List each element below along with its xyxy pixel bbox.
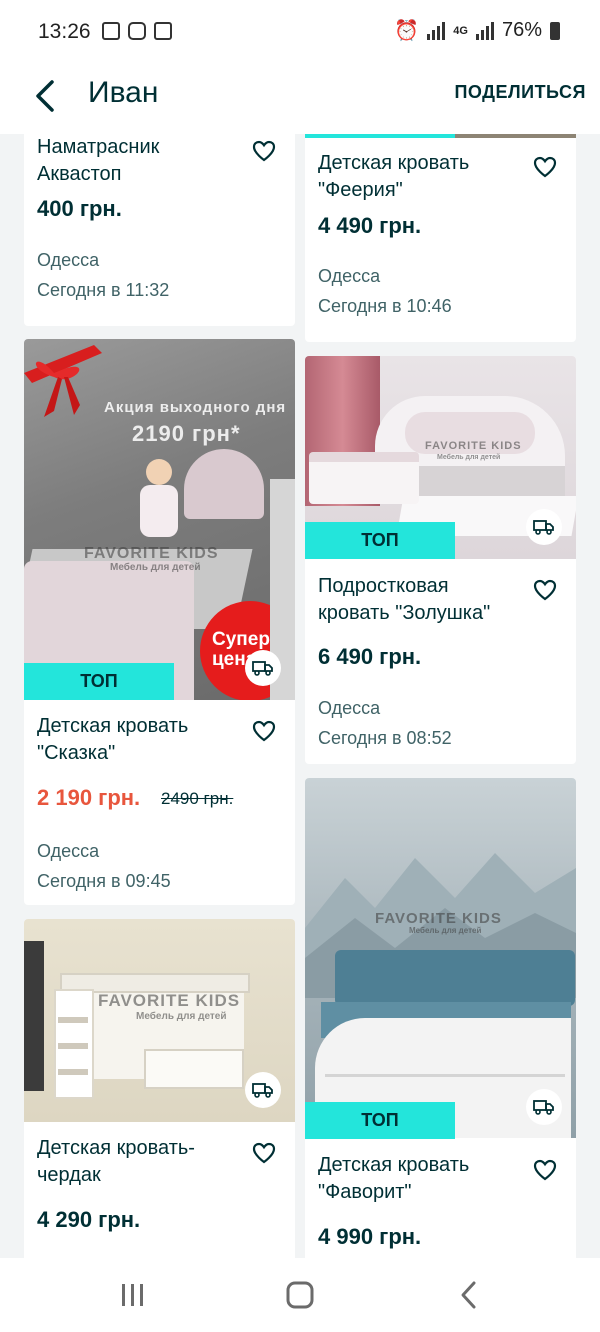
top-badge: ТОП	[305, 522, 455, 559]
listing-price: 2 190 грн.	[37, 785, 141, 810]
listing-photo	[305, 134, 576, 138]
listing-card[interactable]: FAVORITE KIDS Мебель для детей ТОП Детск…	[305, 778, 576, 1258]
heart-icon[interactable]	[251, 1141, 277, 1165]
status-time: 13:26	[38, 20, 91, 43]
delivery-truck-icon	[526, 509, 562, 545]
signal-icon-2	[475, 21, 494, 40]
brand-tagline: Мебель для детей	[110, 562, 201, 573]
recent-apps-icon[interactable]	[118, 1280, 148, 1310]
camera-app-icon	[154, 22, 172, 40]
status-bar: 13:26 ⏰ 4G 76%	[0, 0, 600, 62]
listing-photo: Акция выходного дня 2190 грн* FAVORITE K…	[24, 339, 295, 700]
listing-city: Одесса	[37, 250, 100, 270]
listing-city: Одесса	[318, 266, 381, 286]
promo-text: Акция выходного дня	[104, 399, 287, 416]
listing-title: Детская кровать "Сказка"	[37, 715, 189, 764]
listing-price: 400 грн.	[37, 196, 122, 221]
listing-card[interactable]: FAVORITE KIDS Мебель для детей ТОП Подро…	[305, 356, 576, 764]
listing-old-price: 2490 грн.	[161, 789, 234, 808]
listing-card[interactable]: Наматрасник Аквастоп 400 грн. Одесса Сег…	[24, 134, 295, 326]
listing-grid: Наматрасник Аквастоп 400 грн. Одесса Сег…	[0, 134, 600, 1258]
signal-icon	[427, 21, 446, 40]
gallery-icon	[102, 22, 120, 40]
listing-city: Одесса	[37, 841, 100, 861]
promo-price-text: 2190 грн*	[132, 421, 241, 446]
brand-tagline: Мебель для детей	[136, 1011, 227, 1022]
listing-title: Наматрасник Аквастоп	[37, 136, 160, 185]
listing-title: Детская кровать "Фаворит"	[318, 1154, 470, 1203]
system-nav-bar	[0, 1258, 600, 1332]
listing-photo: FAVORITE KIDS Мебель для детей	[305, 778, 576, 1138]
alarm-icon: ⏰	[394, 20, 420, 42]
top-badge: ТОП	[305, 1102, 455, 1139]
smile-app-icon	[128, 22, 146, 40]
listing-price: 6 490 грн.	[318, 644, 422, 669]
listing-date: Сегодня в 09:45	[37, 871, 171, 891]
brand-watermark: FAVORITE KIDS	[98, 991, 241, 1010]
back-arrow-icon[interactable]	[28, 76, 68, 116]
listing-price: 4 490 грн.	[318, 213, 422, 238]
home-icon[interactable]	[284, 1280, 316, 1310]
top-badge: ТОП	[24, 663, 174, 700]
heart-icon[interactable]	[532, 578, 558, 602]
listing-title: Детская кровать "Феерия"	[318, 152, 470, 201]
delivery-truck-icon	[526, 1089, 562, 1125]
listing-card[interactable]: FAVORITE KIDS Мебель для детей Детская к…	[24, 919, 295, 1258]
heart-icon[interactable]	[532, 155, 558, 179]
listing-city: Одесса	[318, 698, 381, 718]
app-bar: Иван ПОДЕЛИТЬСЯ	[0, 62, 600, 134]
back-nav-icon[interactable]	[454, 1280, 484, 1310]
battery-icon	[550, 21, 560, 40]
heart-icon[interactable]	[251, 719, 277, 743]
battery-percent: 76%	[501, 19, 542, 41]
listing-price: 4 290 грн.	[37, 1207, 141, 1232]
brand-tagline: Мебель для детей	[409, 926, 482, 935]
delivery-truck-icon	[245, 1072, 281, 1108]
brand-watermark: FAVORITE KIDS	[375, 910, 502, 927]
listing-price: 4 990 грн.	[318, 1224, 422, 1249]
listing-date: Сегодня в 10:46	[318, 296, 452, 316]
brand-watermark: FAVORITE KIDS	[425, 440, 522, 452]
page-title: Иван	[88, 76, 159, 109]
listing-card[interactable]: Акция выходного дня 2190 грн* FAVORITE K…	[24, 339, 295, 905]
heart-icon[interactable]	[251, 139, 277, 163]
listing-date: Сегодня в 11:32	[37, 280, 170, 300]
listing-date: Сегодня в 08:52	[318, 728, 452, 748]
brand-watermark: FAVORITE KIDS	[84, 545, 219, 562]
listing-title: Детская кровать-чердак	[37, 1137, 195, 1186]
brand-tagline: Мебель для детей	[437, 454, 501, 461]
share-button[interactable]: ПОДЕЛИТЬСЯ	[454, 82, 586, 103]
listing-card[interactable]: Детская кровать "Феерия" 4 490 грн. Одес…	[305, 134, 576, 342]
network-type: 4G	[453, 24, 468, 37]
heart-icon[interactable]	[532, 1158, 558, 1182]
delivery-truck-icon	[245, 650, 281, 686]
listing-title: Подростковая кровать "Золушка"	[318, 575, 491, 624]
